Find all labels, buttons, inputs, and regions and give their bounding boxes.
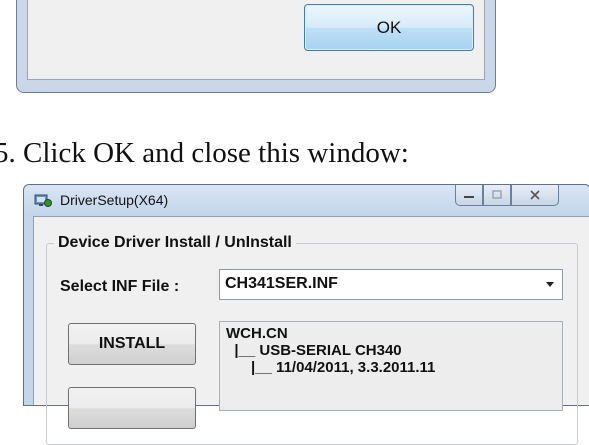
instruction-text: 5. Click OK and close this window: <box>0 137 409 169</box>
select-inf-label: Select INF File : <box>60 278 180 295</box>
chevron-down-icon[interactable] <box>546 282 554 287</box>
info-line: |__ 11/04/2011, 3.3.2011.11 <box>226 359 436 376</box>
window-client-area: Device Driver Install / UnInstall Select… <box>33 216 589 445</box>
uninstall-button[interactable] <box>68 387 196 429</box>
maximize-icon[interactable] <box>483 185 511 206</box>
previous-dialog-body: OK <box>27 0 485 80</box>
group-title: Device Driver Install / UnInstall <box>54 234 296 252</box>
inf-file-value: CH341SER.INF <box>225 275 338 292</box>
close-icon[interactable] <box>511 185 559 206</box>
minimize-icon[interactable] <box>455 185 483 206</box>
window-title: DriverSetup(X64) <box>60 192 169 208</box>
driver-setup-icon <box>34 194 52 207</box>
inf-file-select[interactable]: CH341SER.INF <box>219 269 563 300</box>
title-bar[interactable]: DriverSetup(X64) <box>24 185 589 215</box>
driver-info-box: WCH.CN |__ USB-SERIAL CH340 |__ 11/04/20… <box>219 321 563 411</box>
ok-button[interactable]: OK <box>304 4 474 51</box>
install-button[interactable]: INSTALL <box>68 323 196 365</box>
driver-setup-window: DriverSetup(X64) Device Driver Install /… <box>23 184 589 445</box>
info-line: WCH.CN <box>226 325 288 342</box>
window-controls <box>455 185 559 207</box>
previous-dialog: OK <box>16 0 496 93</box>
info-line: |__ USB-SERIAL CH340 <box>226 342 402 359</box>
